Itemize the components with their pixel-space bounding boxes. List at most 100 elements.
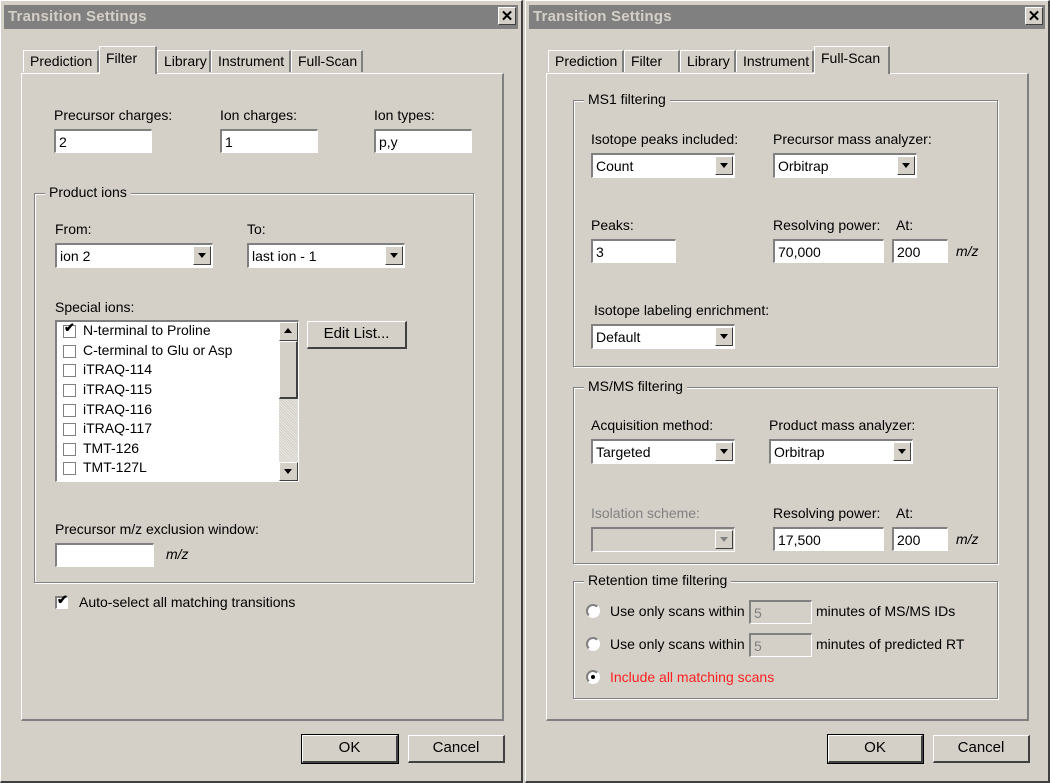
- checkbox[interactable]: ✔: [63, 321, 76, 338]
- tab-library[interactable]: Library: [157, 50, 211, 72]
- check-icon: ✔: [57, 592, 68, 607]
- checkbox[interactable]: [63, 345, 76, 358]
- rt-option-predicted-radio[interactable]: [586, 637, 600, 651]
- precursor-analyzer-dropdown[interactable]: Orbitrap: [773, 153, 917, 178]
- rt-option-msms-ids-radio[interactable]: [586, 604, 600, 618]
- ms1-mz-unit-label: m/z: [956, 243, 979, 259]
- to-dropdown-button[interactable]: [385, 246, 403, 265]
- to-label: To:: [247, 221, 266, 237]
- cancel-button[interactable]: Cancel: [408, 735, 505, 763]
- isotope-peaks-dropdown[interactable]: Count: [591, 153, 735, 178]
- checkbox[interactable]: [63, 423, 76, 436]
- from-dropdown-button[interactable]: [193, 246, 211, 265]
- checkbox[interactable]: [63, 443, 76, 456]
- close-icon: ✕: [500, 8, 514, 25]
- from-dropdown[interactable]: ion 2: [55, 243, 213, 268]
- acquisition-method-dropdown-button[interactable]: [715, 442, 733, 461]
- edit-list-button[interactable]: Edit List...: [307, 321, 407, 349]
- transition-settings-dialog-full-scan: Transition Settings ✕ Prediction Filter …: [525, 0, 1050, 783]
- tab-full-scan[interactable]: Full-Scan: [291, 50, 363, 72]
- chevron-down-icon: [902, 163, 910, 168]
- chevron-down-icon: [898, 449, 906, 454]
- check-icon: ✔: [64, 320, 75, 335]
- ms1-at-input[interactable]: 200: [892, 239, 948, 263]
- tab-full-scan[interactable]: Full-Scan: [814, 46, 890, 74]
- ms1-filtering-group: MS1 filtering Isotope peaks included: Co…: [573, 91, 998, 367]
- product-analyzer-value: Orbitrap: [774, 444, 825, 460]
- enrichment-label: Isotope labeling enrichment:: [594, 302, 770, 318]
- full-scan-tab-panel: MS1 filtering Isotope peaks included: Co…: [546, 73, 1029, 721]
- chevron-down-icon: [720, 537, 728, 542]
- ion-types-input[interactable]: p,y: [374, 129, 472, 153]
- checkbox[interactable]: [63, 364, 76, 377]
- isotope-peaks-dropdown-button[interactable]: [715, 156, 733, 175]
- isolation-scheme-dropdown[interactable]: [591, 527, 735, 552]
- msms-mz-unit-label: m/z: [956, 531, 979, 547]
- chevron-down-icon: [720, 449, 728, 454]
- rt-option-2-suffix: minutes of predicted RT: [816, 636, 965, 652]
- cancel-button[interactable]: Cancel: [933, 735, 1030, 763]
- retention-time-filtering-group: Retention time filtering Use only scans …: [573, 572, 998, 699]
- to-dropdown[interactable]: last ion - 1: [247, 243, 405, 268]
- acquisition-method-value: Targeted: [596, 444, 651, 460]
- rt-option-include-all-radio[interactable]: [586, 670, 600, 684]
- precursor-analyzer-label: Precursor mass analyzer:: [773, 131, 932, 147]
- chevron-down-icon: [284, 469, 292, 474]
- ion-types-label: Ion types:: [374, 107, 435, 123]
- ok-button[interactable]: OK: [301, 734, 399, 764]
- dialog-title: Transition Settings: [533, 8, 672, 25]
- enrichment-dropdown-button[interactable]: [715, 327, 733, 346]
- tab-prediction[interactable]: Prediction: [548, 50, 624, 72]
- tab-prediction[interactable]: Prediction: [23, 50, 99, 72]
- rt-option-3-label[interactable]: Include all matching scans: [610, 669, 774, 685]
- msms-at-input[interactable]: 200: [892, 527, 948, 551]
- ms1-resolving-power-input[interactable]: 70,000: [773, 239, 884, 263]
- exclusion-window-label: Precursor m/z exclusion window:: [55, 521, 259, 537]
- list-item-label: C-terminal to Glu or Asp: [83, 342, 233, 358]
- scroll-up-button[interactable]: [279, 322, 298, 341]
- ok-button[interactable]: OK: [827, 734, 924, 764]
- special-ions-list[interactable]: ✔ N-terminal to Proline C-terminal to Gl…: [55, 320, 299, 482]
- list-item-label: TMT-126: [83, 440, 140, 456]
- title-bar[interactable]: Transition Settings ✕: [529, 5, 1045, 29]
- product-analyzer-dropdown[interactable]: Orbitrap: [769, 439, 913, 464]
- peaks-input[interactable]: 3: [591, 239, 676, 263]
- scroll-thumb[interactable]: [279, 341, 298, 399]
- close-button[interactable]: ✕: [1025, 7, 1043, 25]
- precursor-analyzer-dropdown-button[interactable]: [897, 156, 915, 175]
- msms-resolving-power-input[interactable]: 17,500: [773, 527, 884, 551]
- tab-library[interactable]: Library: [680, 50, 736, 72]
- chevron-down-icon: [198, 253, 206, 258]
- checkbox[interactable]: [63, 462, 76, 475]
- isolation-scheme-dropdown-button[interactable]: [715, 530, 733, 549]
- tab-filter[interactable]: Filter: [99, 46, 157, 74]
- auto-select-label[interactable]: Auto-select all matching transitions: [79, 594, 295, 610]
- tab-instrument[interactable]: Instrument: [736, 50, 814, 72]
- list-item-label: iTRAQ-114: [83, 361, 152, 377]
- chevron-down-icon: [390, 253, 398, 258]
- acquisition-method-dropdown[interactable]: Targeted: [591, 439, 735, 464]
- ion-charges-input[interactable]: 1: [220, 129, 318, 153]
- special-ions-label: Special ions:: [55, 299, 135, 315]
- auto-select-checkbox[interactable]: ✔: [55, 592, 68, 609]
- mz-unit-label: m/z: [166, 546, 189, 562]
- scroll-down-button[interactable]: [279, 462, 298, 481]
- checkbox[interactable]: [63, 404, 76, 417]
- tab-filter[interactable]: Filter: [624, 50, 680, 72]
- rt-predicted-minutes-input[interactable]: 5: [749, 633, 812, 657]
- checkbox[interactable]: [63, 384, 76, 397]
- special-ions-scrollbar[interactable]: [279, 322, 298, 481]
- ms1-filtering-title: MS1 filtering: [584, 91, 670, 107]
- list-item-label: N-terminal to Proline: [83, 322, 211, 338]
- title-bar[interactable]: Transition Settings ✕: [4, 5, 518, 29]
- product-analyzer-dropdown-button[interactable]: [893, 442, 911, 461]
- rt-msms-minutes-input[interactable]: 5: [749, 600, 812, 624]
- precursor-charges-input[interactable]: 2: [54, 129, 152, 153]
- chevron-down-icon: [720, 334, 728, 339]
- close-icon: ✕: [1027, 8, 1041, 25]
- msms-filtering-title: MS/MS filtering: [584, 378, 687, 394]
- enrichment-dropdown[interactable]: Default: [591, 324, 735, 349]
- close-button[interactable]: ✕: [498, 7, 516, 25]
- exclusion-window-input[interactable]: [55, 543, 154, 567]
- tab-instrument[interactable]: Instrument: [211, 50, 291, 72]
